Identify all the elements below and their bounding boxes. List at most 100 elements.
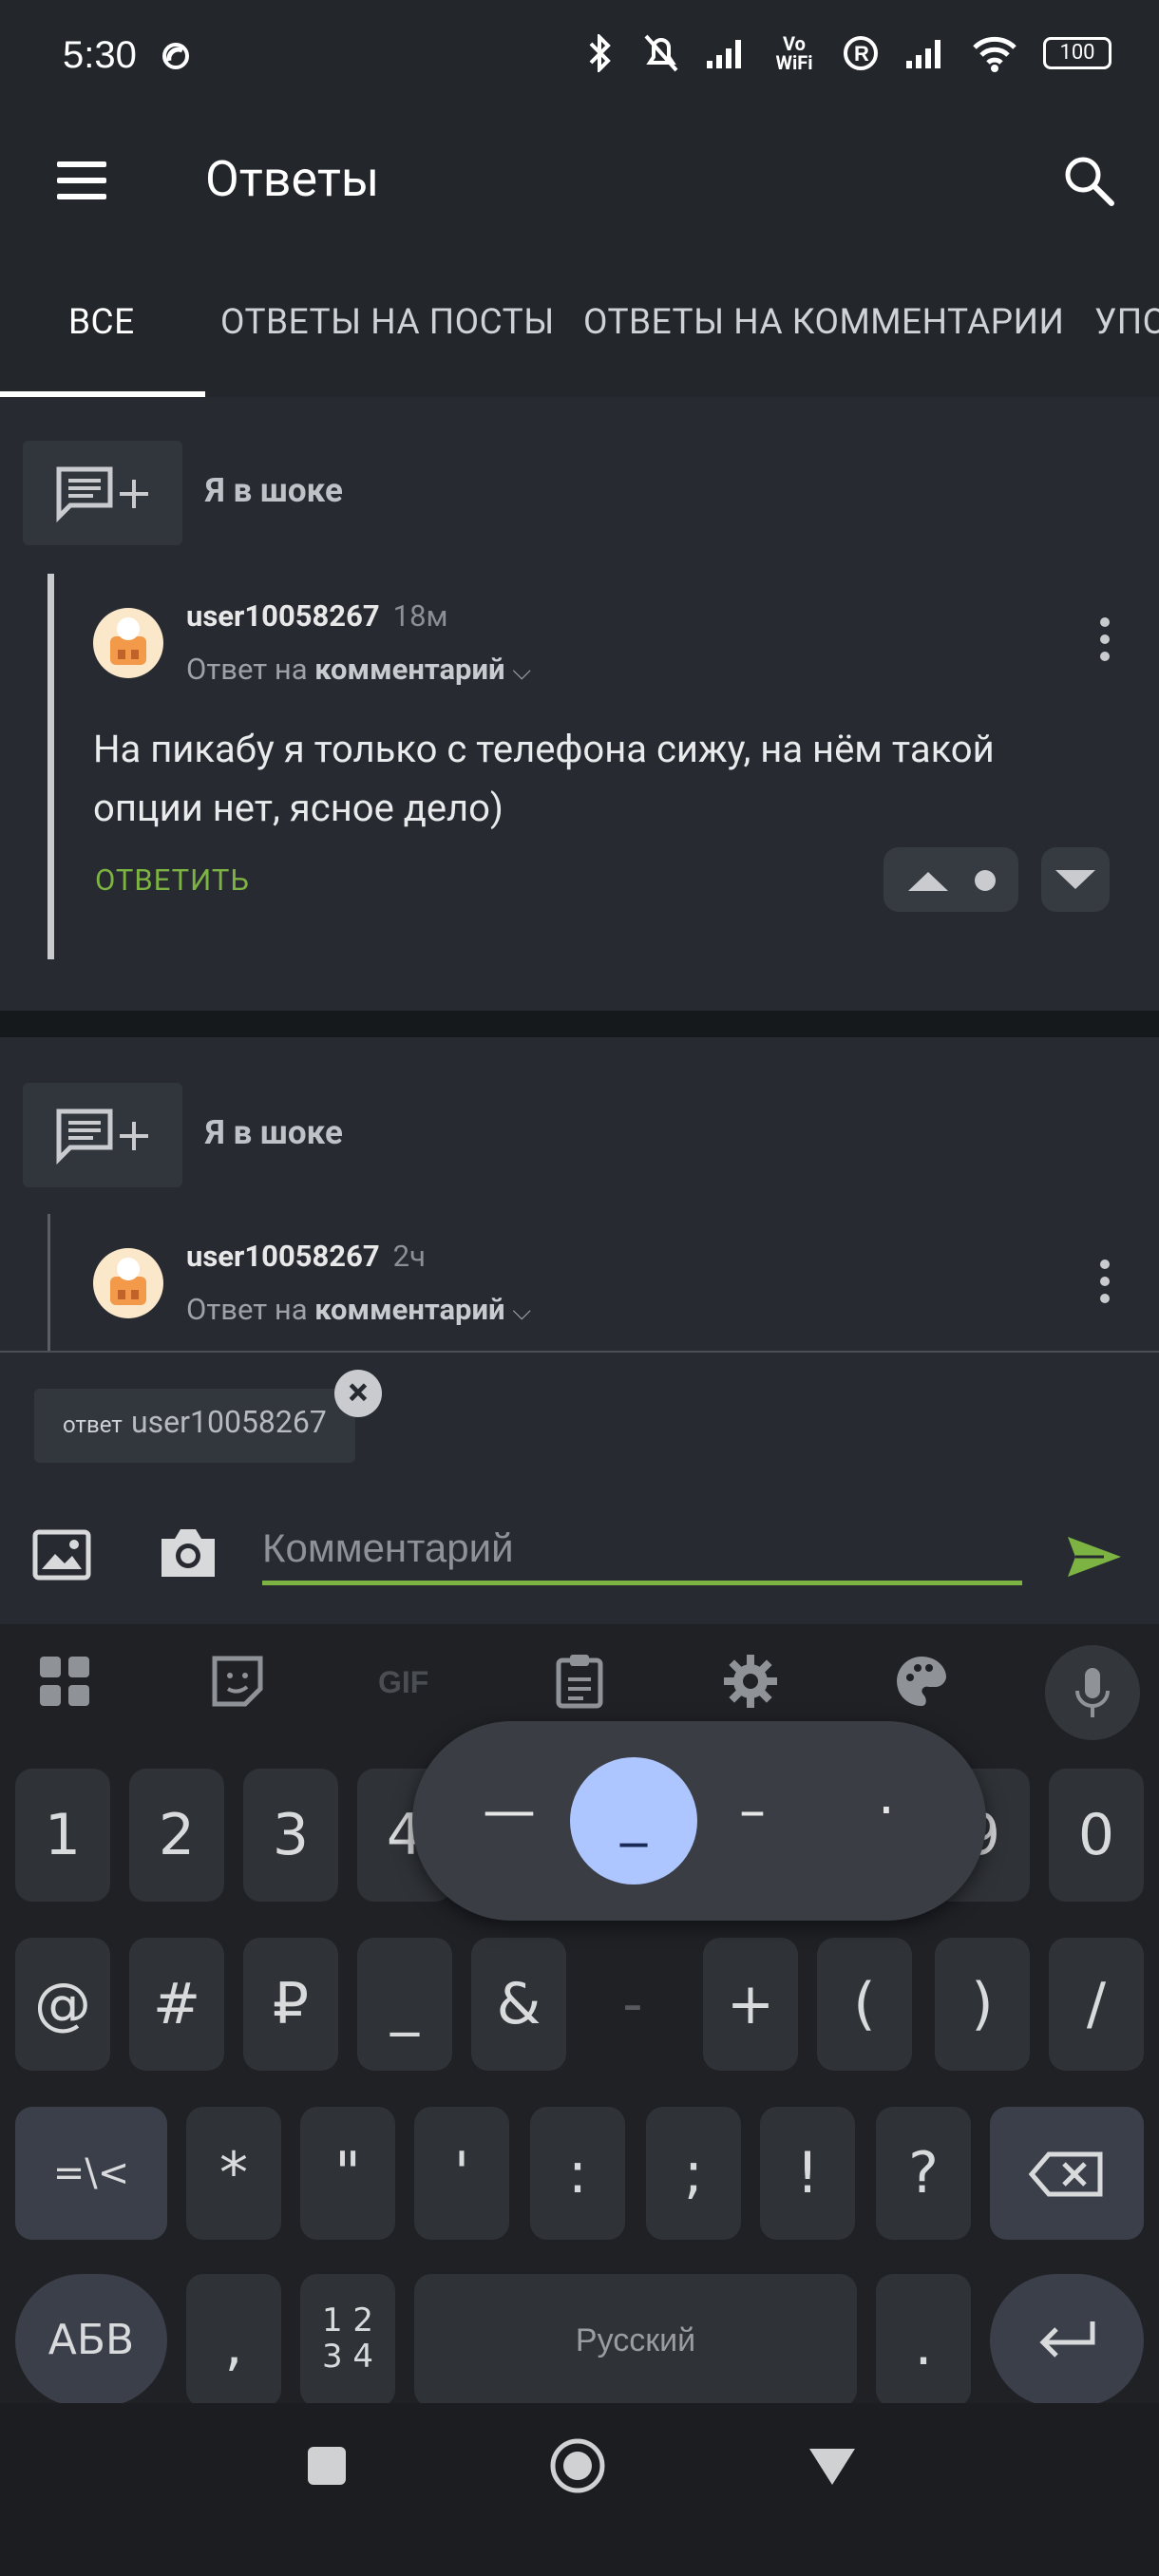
key-double-quote[interactable]: " — [300, 2107, 395, 2240]
comment-composer: ответ user10058267 × — [0, 1351, 1159, 1624]
gif-icon[interactable]: GIF — [376, 1653, 443, 1710]
bell-muted-icon — [644, 34, 678, 72]
key-semicolon[interactable]: ; — [646, 2107, 741, 2240]
svg-text:GIF: GIF — [378, 1665, 428, 1699]
back-icon[interactable] — [808, 2447, 857, 2487]
key-plus[interactable]: + — [703, 1938, 798, 2071]
post-title[interactable]: Я в шоке — [205, 471, 343, 510]
key-symbols-2[interactable]: =\< — [15, 2107, 167, 2240]
key-hash[interactable]: # — [129, 1938, 224, 2071]
key-ampersand[interactable]: & — [471, 1938, 566, 2071]
key-close-paren[interactable]: ) — [935, 1938, 1030, 2071]
settings-gear-icon[interactable] — [722, 1653, 779, 1710]
key-at[interactable]: @ — [15, 1938, 110, 2071]
reply-prefix: Ответ на — [186, 1292, 308, 1327]
key-underscore[interactable]: _ — [357, 1938, 452, 2071]
reply-prefix: Ответ на — [186, 652, 308, 687]
avatar[interactable] — [93, 608, 163, 678]
send-icon[interactable] — [1066, 1533, 1123, 1581]
popup-en-dash[interactable]: – — [739, 1780, 766, 1842]
popup-em-dash[interactable]: — — [483, 1780, 536, 1842]
dash-variants-popup: — _ – · — [412, 1721, 986, 1921]
key-single-quote[interactable]: ' — [414, 2107, 509, 2240]
key-asterisk[interactable]: * — [186, 2107, 281, 2240]
key-open-paren[interactable]: ( — [817, 1938, 912, 2071]
avatar-image — [110, 617, 146, 665]
username[interactable]: user10058267 18м — [186, 598, 448, 634]
clipboard-icon[interactable] — [551, 1653, 608, 1710]
input-underline — [262, 1581, 1022, 1585]
apps-grid-icon[interactable] — [36, 1653, 93, 1710]
card-separator — [0, 1011, 1159, 1037]
palette-icon[interactable] — [893, 1653, 950, 1710]
key-numpad[interactable]: 1 23 4 — [300, 2274, 395, 2407]
avatar[interactable] — [93, 1248, 163, 1318]
key-exclamation[interactable]: ! — [760, 2107, 855, 2240]
microphone-icon — [1075, 1668, 1110, 1717]
tab-comment-replies[interactable]: ОТВЕТЫ НА КОММЕНТАРИИ — [583, 302, 1064, 343]
more-options-icon[interactable] — [1100, 1260, 1112, 1311]
post-comment-icon-box[interactable] — [23, 441, 182, 545]
reply-button[interactable]: ОТВЕТИТЬ — [95, 862, 250, 898]
tab-post-replies[interactable]: ОТВЕТЫ НА ПОСТЫ — [220, 302, 555, 343]
reply-target[interactable]: комментарий — [314, 652, 504, 687]
reply-target[interactable]: комментарий — [314, 1292, 504, 1327]
battery-icon: 100 — [1043, 37, 1112, 69]
enter-icon — [1039, 2321, 1095, 2358]
chevron-down-icon: ⌵ — [512, 657, 532, 686]
key-abc-switch[interactable]: АБВ — [15, 2274, 167, 2407]
username[interactable]: user10058267 2ч — [186, 1239, 426, 1274]
home-icon[interactable] — [549, 2437, 606, 2494]
reply-to[interactable]: Ответ на комментарий ⌵ — [186, 1292, 531, 1327]
wifi-icon — [973, 36, 1016, 72]
sticker-icon[interactable] — [209, 1653, 266, 1710]
vowifi-icon: Vo WiFi — [775, 32, 813, 74]
reply-chip-prefix: ответ — [63, 1411, 123, 1438]
key-slash[interactable]: / — [1049, 1938, 1144, 2071]
username-text[interactable]: user10058267 — [186, 1239, 380, 1274]
downvote-icon[interactable] — [1052, 868, 1099, 893]
close-reply-icon[interactable]: × — [334, 1370, 382, 1417]
reply-card[interactable]: Я в шоке user10058267 18м Ответ на коммен… — [0, 397, 1159, 1011]
backspace-key[interactable] — [990, 2107, 1144, 2240]
reply-chip: ответ user10058267 — [34, 1389, 355, 1463]
downvote-box[interactable] — [1041, 847, 1110, 912]
key-question[interactable]: ? — [876, 2107, 971, 2240]
popup-middle-dot[interactable]: · — [878, 1780, 895, 1842]
key-colon[interactable]: : — [530, 2107, 625, 2240]
more-options-icon[interactable] — [1100, 617, 1112, 669]
post-comment-icon-box[interactable] — [23, 1083, 182, 1187]
upvote-icon[interactable] — [904, 868, 952, 893]
comment-input[interactable] — [262, 1520, 1022, 1577]
status-bar: 5:30 Vo WiFi R 100 — [0, 0, 1159, 114]
image-attach-icon[interactable] — [32, 1529, 91, 1581]
tab-mentions[interactable]: УПО — [1094, 302, 1159, 343]
space-key[interactable]: Русский — [414, 2274, 857, 2407]
key-period[interactable]: . — [876, 2274, 971, 2407]
status-time: 5:30 — [63, 34, 137, 76]
key-hyphen[interactable]: - — [585, 1938, 680, 2071]
search-icon[interactable] — [1062, 154, 1115, 207]
key-ruble[interactable]: ₽ — [243, 1938, 338, 2071]
username-text[interactable]: user10058267 — [186, 598, 380, 634]
add-comment-icon — [56, 466, 148, 522]
key-3[interactable]: 3 — [243, 1769, 338, 1902]
camera-icon[interactable] — [158, 1524, 218, 1581]
key-2[interactable]: 2 — [129, 1769, 224, 1902]
key-0[interactable]: 0 — [1049, 1769, 1144, 1902]
reply-card[interactable]: Я в шоке user10058267 2ч Ответ на коммент… — [0, 1037, 1159, 1351]
numpad-top: 1 2 — [321, 2301, 374, 2339]
page-title: Ответы — [205, 150, 380, 208]
key-1[interactable]: 1 — [15, 1769, 110, 1902]
popup-underscore: _ — [620, 1786, 647, 1847]
bluetooth-icon — [589, 34, 611, 72]
menu-icon[interactable] — [57, 161, 106, 199]
tab-all[interactable]: ВСЕ — [68, 302, 135, 343]
key-comma[interactable]: , — [186, 2274, 281, 2407]
microphone-button[interactable] — [1045, 1645, 1140, 1740]
popup-selected-key[interactable]: _ — [570, 1757, 697, 1885]
recent-apps-icon[interactable] — [306, 2445, 348, 2487]
enter-key[interactable] — [990, 2274, 1144, 2407]
reply-to[interactable]: Ответ на комментарий ⌵ — [186, 652, 531, 687]
post-title[interactable]: Я в шоке — [205, 1113, 343, 1152]
